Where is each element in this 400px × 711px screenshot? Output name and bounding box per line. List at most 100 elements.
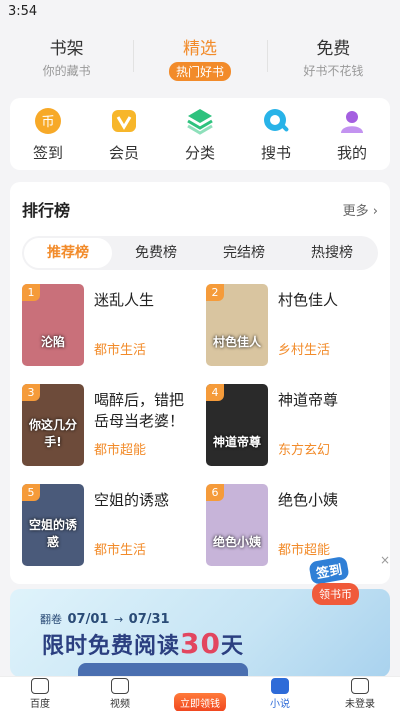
tab-bookshelf[interactable]: 书架 你的藏书 xyxy=(0,24,133,84)
quick-label: 签到 xyxy=(32,144,63,162)
profile-icon xyxy=(337,106,367,136)
quick-category[interactable]: 分类 xyxy=(162,98,238,170)
top-tabs: 书架 你的藏书 精选 热门好书 免费 好书不花钱 xyxy=(0,24,400,84)
cover-text: 村色佳人 xyxy=(212,335,261,349)
banner-headline-num: 30 xyxy=(180,627,221,660)
cover-text: 你这几分手! xyxy=(28,418,77,449)
quick-sign-in[interactable]: 币 签到 xyxy=(10,98,86,170)
tab-completed[interactable]: 完结榜 xyxy=(200,238,288,268)
book-tag: 都市超能 xyxy=(94,443,147,458)
cover-text: 沦陷 xyxy=(40,335,65,349)
vip-icon xyxy=(109,106,139,136)
claim-coins-button[interactable]: 领书币 xyxy=(312,583,359,605)
tabbar-label: 百度 xyxy=(30,699,50,710)
tab-free-rank[interactable]: 免费榜 xyxy=(112,238,200,268)
rank-badge: 1 xyxy=(22,284,40,301)
tab-featured[interactable]: 精选 热门好书 xyxy=(133,24,266,84)
cover-text: 绝色小姨 xyxy=(212,535,261,549)
book-cover[interactable]: 3 你这几分手! xyxy=(22,384,84,466)
account-icon xyxy=(351,678,369,694)
rank-badge: 5 xyxy=(22,484,40,501)
category-icon xyxy=(185,106,215,136)
banner-date-from: 07/01 xyxy=(67,612,109,627)
book-cover[interactable]: 4 神道帝尊 xyxy=(206,384,268,466)
book-title: 迷乱人生 xyxy=(94,291,155,309)
ranking-more-link[interactable]: 更多 › xyxy=(343,200,378,219)
book-tag: 乡村生活 xyxy=(278,343,331,358)
tabbar-label: 未登录 xyxy=(345,699,375,710)
banner-date-to: 07/31 xyxy=(128,612,170,627)
video-icon xyxy=(111,678,129,694)
tab-title: 免费 xyxy=(316,39,351,59)
earn-money-button[interactable]: 立即领钱 xyxy=(174,692,226,711)
tab-title: 书架 xyxy=(49,39,84,59)
rank-badge: 6 xyxy=(206,484,224,501)
book-title: 空姐的诱惑 xyxy=(94,491,170,509)
tab-title: 精选 xyxy=(182,39,217,59)
tabbar-novel[interactable]: 小说 xyxy=(240,677,320,711)
tabbar-account[interactable]: 未登录 xyxy=(320,677,400,711)
search-book-icon xyxy=(261,106,291,136)
tabbar-video[interactable]: 视频 xyxy=(80,677,160,711)
banner-headline-a: 限时免费阅读 xyxy=(42,634,181,659)
arrow-right-icon: → xyxy=(113,613,124,626)
status-time: 3:54 xyxy=(8,4,38,19)
tab-subtitle: 你的藏书 xyxy=(42,64,91,78)
tabbar-earn[interactable]: 立即领钱 xyxy=(160,677,240,711)
book-title: 喝醉后，错把岳母当老婆！ xyxy=(94,391,185,430)
book-cover[interactable]: 1 沦陷 xyxy=(22,284,84,366)
cover-text: 空姐的诱惑 xyxy=(28,518,77,549)
tab-hot-search[interactable]: 热搜榜 xyxy=(288,238,376,268)
book-item[interactable]: 5 空姐的诱惑 空姐的诱惑 都市生活 xyxy=(22,484,198,566)
baidu-icon xyxy=(31,678,49,694)
quick-label: 分类 xyxy=(184,144,215,162)
signin-badge: 签到 xyxy=(308,555,350,586)
banner-date-label: 翻卷 xyxy=(40,613,62,626)
sign-in-icon: 币 xyxy=(33,106,63,136)
ranking-tabs: 推荐榜 免费榜 完结榜 热搜榜 xyxy=(22,236,378,270)
book-tag: 都市生活 xyxy=(94,543,147,558)
quick-vip[interactable]: 会员 xyxy=(86,98,162,170)
book-item[interactable]: 4 神道帝尊 神道帝尊 东方玄幻 xyxy=(206,384,378,466)
quick-actions: 币 签到 会员 分类 搜书 我的 xyxy=(10,98,390,170)
status-bar: 3:54 xyxy=(0,0,400,24)
rank-badge: 3 xyxy=(22,384,40,401)
ranking-header: 排行榜 更多 › xyxy=(22,182,378,236)
book-cover[interactable]: 5 空姐的诱惑 xyxy=(22,484,84,566)
tabbar-label: 视频 xyxy=(110,699,130,710)
close-icon[interactable]: × xyxy=(380,553,390,567)
book-tag: 东方玄幻 xyxy=(278,443,331,458)
book-cover[interactable]: 2 村色佳人 xyxy=(206,284,268,366)
tab-subtitle: 好书不花钱 xyxy=(303,64,364,78)
book-tag: 都市生活 xyxy=(94,343,147,358)
quick-profile[interactable]: 我的 xyxy=(314,98,390,170)
book-item[interactable]: 3 你这几分手! 喝醉后，错把岳母当老婆！ 都市超能 xyxy=(22,384,198,466)
book-title: 神道帝尊 xyxy=(278,391,339,409)
bottom-tabbar: 百度 视频 立即领钱 小说 未登录 xyxy=(0,676,400,711)
book-title: 绝色小姨 xyxy=(278,491,339,509)
tabbar-label: 小说 xyxy=(270,699,290,710)
novel-icon xyxy=(271,678,289,694)
tabbar-baidu[interactable]: 百度 xyxy=(0,677,80,711)
cover-text: 神道帝尊 xyxy=(212,435,261,449)
tab-recommend[interactable]: 推荐榜 xyxy=(24,238,112,268)
book-title: 村色佳人 xyxy=(278,291,339,309)
book-cover[interactable]: 6 绝色小姨 xyxy=(206,484,268,566)
banner-date: 翻卷 07/01 → 07/31 xyxy=(40,611,172,627)
quick-label: 搜书 xyxy=(260,144,291,162)
book-item[interactable]: 1 沦陷 迷乱人生 都市生活 xyxy=(22,284,198,366)
quick-search-book[interactable]: 搜书 xyxy=(238,98,314,170)
rank-badge: 2 xyxy=(206,284,224,301)
tab-free[interactable]: 免费 好书不花钱 xyxy=(266,24,400,84)
banner-decoration xyxy=(78,663,248,677)
book-grid: 1 沦陷 迷乱人生 都市生活 2 村色佳人 村色佳人 乡村生活 3 你这几分手! xyxy=(22,284,378,566)
ranking-card: 排行榜 更多 › 推荐榜 免费榜 完结榜 热搜榜 1 沦陷 迷乱人生 都市生活 … xyxy=(10,182,390,584)
banner-headline-b: 天 xyxy=(220,634,244,659)
chevron-right-icon: › xyxy=(372,203,378,219)
quick-label: 我的 xyxy=(336,144,367,162)
more-label: 更多 xyxy=(342,203,369,219)
svg-text:币: 币 xyxy=(41,115,54,130)
signin-float[interactable]: 签到 领书币 × xyxy=(308,553,390,605)
book-item[interactable]: 2 村色佳人 村色佳人 乡村生活 xyxy=(206,284,378,366)
ranking-title: 排行榜 xyxy=(22,201,71,220)
